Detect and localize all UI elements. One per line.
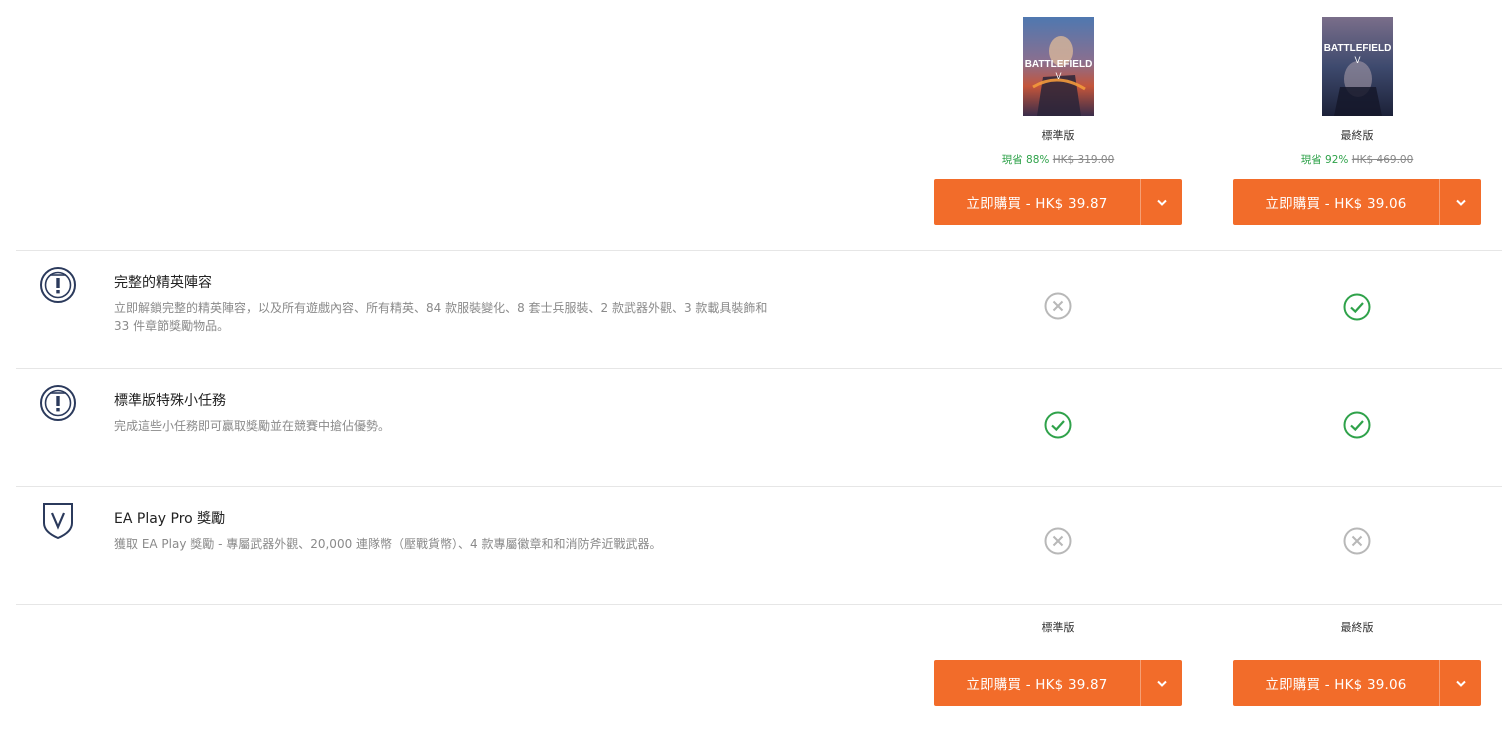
ultimate-buy-dropdown[interactable] [1440, 179, 1481, 225]
chevron-down-icon [1156, 199, 1167, 206]
not-included-icon [1044, 527, 1072, 555]
feature-title: 完整的精英陣容 [114, 275, 212, 291]
chevron-down-icon [1156, 680, 1167, 687]
battlefield-ultimate-cover-art: BATTLEFIELD V [1322, 17, 1393, 116]
mission-badge-icon [40, 385, 76, 421]
battlefield-standard-cover-art: BATTLEFIELD V [1023, 17, 1094, 116]
feature-description: 完成這些小任務即可贏取獎勵並在競賽中搶佔優勢。 [114, 417, 894, 435]
ultimate-edition-cover-image[interactable]: BATTLEFIELD V [1322, 17, 1393, 116]
feature-title: EA Play Pro 獎勵 [114, 511, 226, 527]
ultimate-edition-column: BATTLEFIELD V 最終版 現省 92% HK$ 469.00 立即購買… [1233, 0, 1481, 742]
standard-edition-name: 標準版 [1041, 129, 1075, 142]
standard-buy-dropdown[interactable] [1141, 179, 1182, 225]
chevron-down-icon [1455, 680, 1466, 687]
ultimate-edition-name-footer: 最終版 [1340, 621, 1374, 634]
ultimate-original-price: HK$ 469.00 [1351, 154, 1414, 166]
elite-badge-icon [40, 267, 76, 303]
standard-discount: 現省 88% [1001, 154, 1050, 166]
not-included-icon [1044, 292, 1072, 320]
included-check-icon [1044, 411, 1072, 439]
standard-buy-label[interactable]: 立即購買 - HK$ 39.87 [934, 179, 1140, 225]
row-divider [16, 604, 1502, 605]
ultimate-discount: 現省 92% [1300, 154, 1349, 166]
standard-edition-price-line: 現省 88% HK$ 319.00 [934, 152, 1182, 167]
standard-buy-button-footer[interactable]: 立即購買 - HK$ 39.87 [934, 660, 1182, 706]
not-included-icon [1343, 527, 1371, 555]
included-check-icon [1343, 293, 1371, 321]
row-divider [16, 368, 1502, 369]
standard-edition-column: BATTLEFIELD V 標準版 現省 88% HK$ 319.00 立即購買… [934, 0, 1182, 742]
standard-buy-button[interactable]: 立即購買 - HK$ 39.87 [934, 179, 1182, 225]
standard-buy-label-footer[interactable]: 立即購買 - HK$ 39.87 [934, 660, 1140, 706]
row-divider [16, 486, 1502, 487]
ultimate-edition-price-line: 現省 92% HK$ 469.00 [1233, 152, 1481, 167]
feature-description-line: 獲取 EA Play 獎勵 - 專屬武器外觀、20,000 連隊幣（壓戰貨幣）、… [114, 537, 662, 551]
svg-text:BATTLEFIELD: BATTLEFIELD [1324, 43, 1392, 54]
feature-description-line: 完成這些小任務即可贏取獎勵並在競賽中搶佔優勢。 [114, 419, 391, 433]
row-divider [16, 250, 1502, 251]
standard-edition-cover-image[interactable]: BATTLEFIELD V [1023, 17, 1094, 116]
ultimate-buy-label[interactable]: 立即購買 - HK$ 39.06 [1233, 179, 1439, 225]
svg-text:BATTLEFIELD: BATTLEFIELD [1025, 59, 1093, 70]
ultimate-buy-button-footer[interactable]: 立即購買 - HK$ 39.06 [1233, 660, 1481, 706]
ultimate-buy-label-footer[interactable]: 立即購買 - HK$ 39.06 [1233, 660, 1439, 706]
standard-original-price: HK$ 319.00 [1052, 154, 1115, 166]
chevron-down-icon [1455, 199, 1466, 206]
feature-description: 立即解鎖完整的精英陣容，以及所有遊戲內容、所有精英、84 款服裝變化、8 套士兵… [114, 299, 894, 335]
feature-description-line: 立即解鎖完整的精英陣容，以及所有遊戲內容、所有精英、84 款服裝變化、8 套士兵… [114, 301, 768, 315]
standard-edition-name-footer: 標準版 [1041, 621, 1075, 634]
ultimate-edition-name: 最終版 [1340, 129, 1374, 142]
feature-description: 獲取 EA Play 獎勵 - 專屬武器外觀、20,000 連隊幣（壓戰貨幣）、… [114, 535, 894, 553]
included-check-icon [1343, 411, 1371, 439]
feature-description-line: 33 件章節獎勵物品。 [114, 319, 230, 333]
standard-buy-dropdown-footer[interactable] [1141, 660, 1182, 706]
feature-title: 標準版特殊小任務 [114, 393, 226, 409]
ea-play-shield-icon [43, 503, 73, 539]
svg-text:V: V [1055, 71, 1061, 81]
ultimate-buy-button[interactable]: 立即購買 - HK$ 39.06 [1233, 179, 1481, 225]
ultimate-buy-dropdown-footer[interactable] [1440, 660, 1481, 706]
svg-text:V: V [1354, 55, 1360, 65]
